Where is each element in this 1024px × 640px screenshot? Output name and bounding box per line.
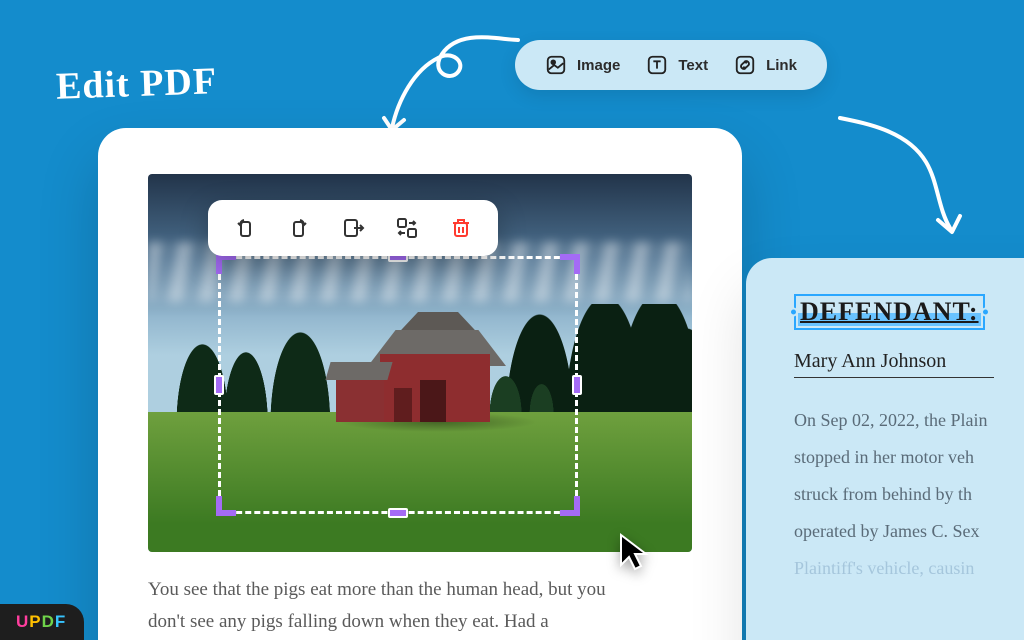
document-card-text-edit: DEFENDANT: Mary Ann Johnson On Sep 02, 2…	[746, 258, 1024, 640]
text-icon	[646, 54, 668, 76]
selection-handle[interactable]	[214, 375, 224, 395]
selection-handle[interactable]	[981, 308, 990, 317]
selection-handle[interactable]	[789, 308, 798, 317]
text-line: You see that the pigs eat more than the …	[148, 579, 606, 600]
tool-label: Image	[577, 57, 620, 74]
document-card-with-image: You see that the pigs eat more than the …	[98, 128, 742, 640]
tool-label: Link	[766, 57, 797, 74]
link-tool[interactable]: Link	[734, 54, 797, 76]
selection-handle[interactable]	[560, 254, 580, 274]
rotate-left-icon	[233, 216, 257, 240]
rotate-right-icon	[287, 216, 311, 240]
selected-image[interactable]	[148, 174, 692, 552]
text-line: On Sep 02, 2022, the Plain	[794, 410, 988, 430]
text-line: don't see any pigs falling down when the…	[148, 611, 549, 632]
brand-logo: UPDF	[0, 604, 84, 640]
document-paragraph: You see that the pigs eat more than the …	[148, 574, 698, 640]
defendant-name: Mary Ann Johnson	[794, 350, 994, 378]
text-selection-box[interactable]: DEFENDANT:	[794, 294, 985, 330]
replace-icon	[395, 216, 419, 240]
page-title: Edit PDF	[55, 59, 217, 109]
link-icon	[734, 54, 756, 76]
selection-handle[interactable]	[388, 508, 408, 518]
image-icon	[545, 54, 567, 76]
text-line: stopped in her motor veh	[794, 447, 974, 467]
replace-button[interactable]	[382, 210, 432, 246]
selection-handle[interactable]	[560, 496, 580, 516]
selection-handle[interactable]	[216, 496, 236, 516]
heading-text: DEFENDANT:	[798, 297, 981, 326]
text-tool[interactable]: Text	[646, 54, 708, 76]
text-line: Plaintiff's vehicle, causin	[794, 558, 974, 578]
text-line: operated by James C. Sex	[794, 521, 979, 541]
image-tool[interactable]: Image	[545, 54, 620, 76]
text-line: struck from behind by th	[794, 484, 972, 504]
delete-button[interactable]	[436, 210, 486, 246]
edit-toolbar: Image Text Link	[515, 40, 827, 90]
selection-handle[interactable]	[216, 254, 236, 274]
export-icon	[341, 216, 365, 240]
arrow-decoration-icon	[830, 110, 990, 250]
trash-icon	[449, 216, 473, 240]
extract-button[interactable]	[328, 210, 378, 246]
cursor-icon	[618, 532, 654, 572]
image-edit-toolbar	[208, 200, 498, 256]
selection-handle[interactable]	[572, 375, 582, 395]
crop-selection[interactable]	[218, 256, 578, 514]
rotate-right-button[interactable]	[274, 210, 324, 246]
rotate-left-button[interactable]	[220, 210, 270, 246]
document-paragraph: On Sep 02, 2022, the Plain stopped in he…	[794, 402, 1024, 586]
tool-label: Text	[678, 57, 708, 74]
